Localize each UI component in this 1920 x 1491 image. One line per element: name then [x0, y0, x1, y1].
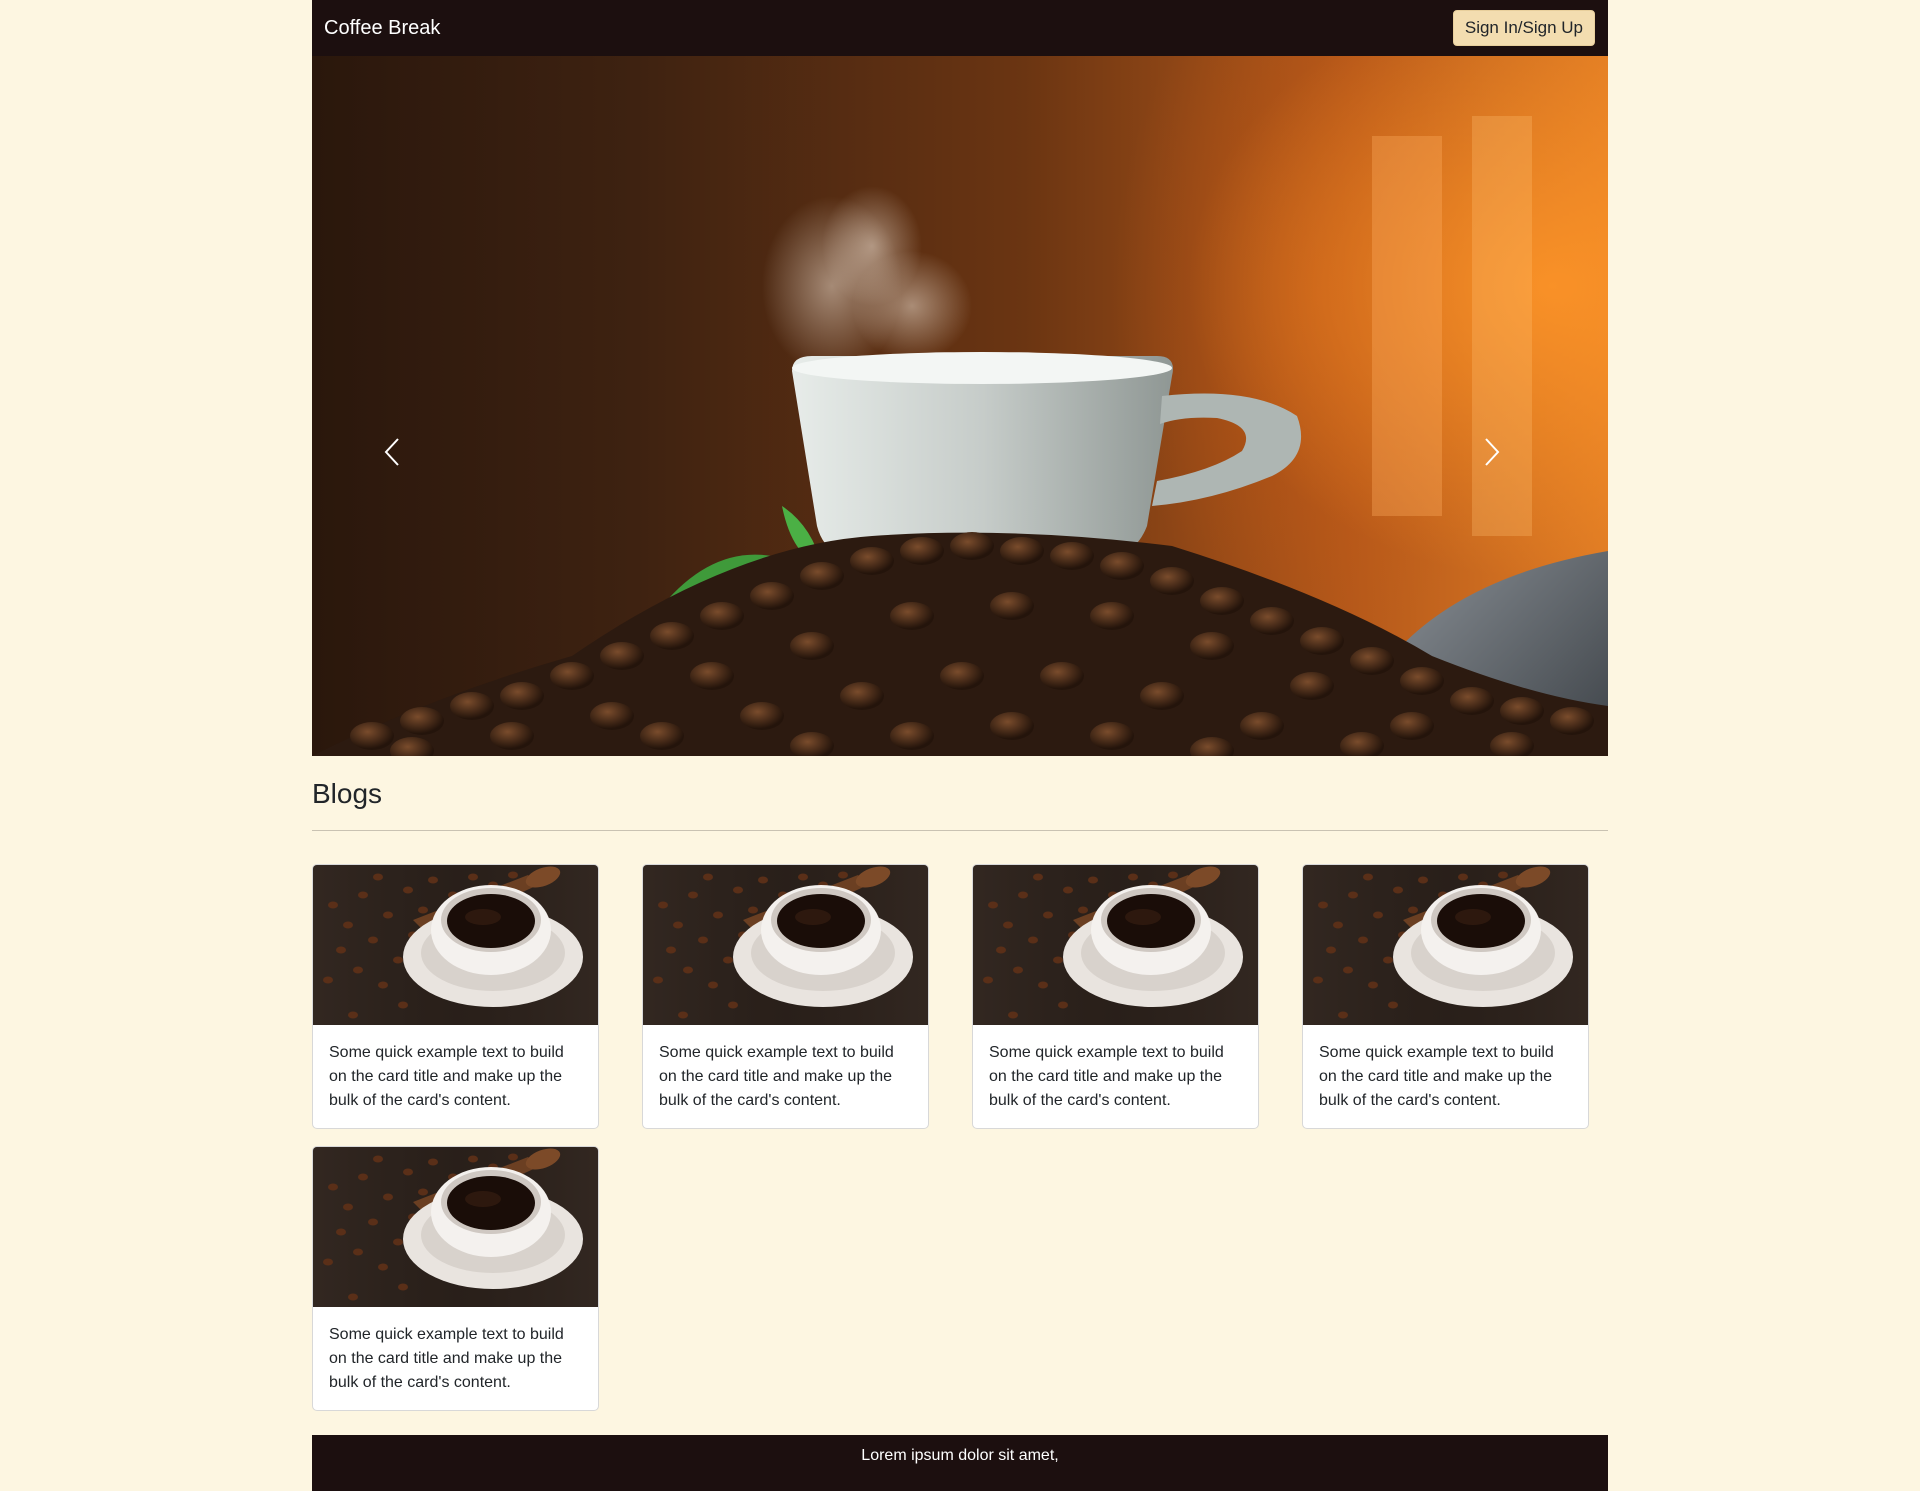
- coffee-cup-image: [313, 865, 599, 1025]
- coffee-cup-image: [1303, 865, 1589, 1025]
- page-container: Coffee Break Sign In/Sign Up Blogs Some …: [312, 0, 1608, 1491]
- blog-card[interactable]: Some quick example text to build on the …: [972, 864, 1259, 1129]
- chevron-right-icon: [1485, 438, 1500, 466]
- carousel-prev-button[interactable]: [382, 436, 442, 486]
- coffee-cup-on-beans-image: [312, 116, 1608, 756]
- card-text: Some quick example text to build on the …: [329, 1044, 564, 1109]
- blog-card[interactable]: Some quick example text to build on the …: [1302, 864, 1589, 1129]
- hero-carousel: [312, 56, 1608, 756]
- navbar: Coffee Break Sign In/Sign Up: [312, 0, 1608, 56]
- card-text: Some quick example text to build on the …: [659, 1044, 894, 1109]
- blog-card[interactable]: Some quick example text to build on the …: [312, 864, 599, 1129]
- blogs-heading: Blogs: [312, 778, 383, 809]
- chevron-left-icon: [384, 438, 399, 466]
- coffee-cup-image: [973, 865, 1259, 1025]
- section-divider: [312, 830, 1608, 831]
- footer: Lorem ipsum dolor sit amet,: [312, 1435, 1608, 1491]
- brand-logo-text[interactable]: Coffee Break: [324, 17, 440, 40]
- card-text: Some quick example text to build on the …: [989, 1044, 1224, 1109]
- carousel-next-button[interactable]: [1482, 436, 1542, 486]
- blog-card[interactable]: Some quick example text to build on the …: [642, 864, 929, 1129]
- card-text: Some quick example text to build on the …: [329, 1326, 564, 1391]
- card-text: Some quick example text to build on the …: [1319, 1044, 1554, 1109]
- signin-signup-button[interactable]: Sign In/Sign Up: [1452, 10, 1595, 46]
- footer-text: Lorem ipsum dolor sit amet,: [861, 1447, 1059, 1464]
- coffee-cup-image: [643, 865, 929, 1025]
- blog-card[interactable]: Some quick example text to build on the …: [312, 1146, 599, 1411]
- coffee-cup-image: [313, 1147, 599, 1307]
